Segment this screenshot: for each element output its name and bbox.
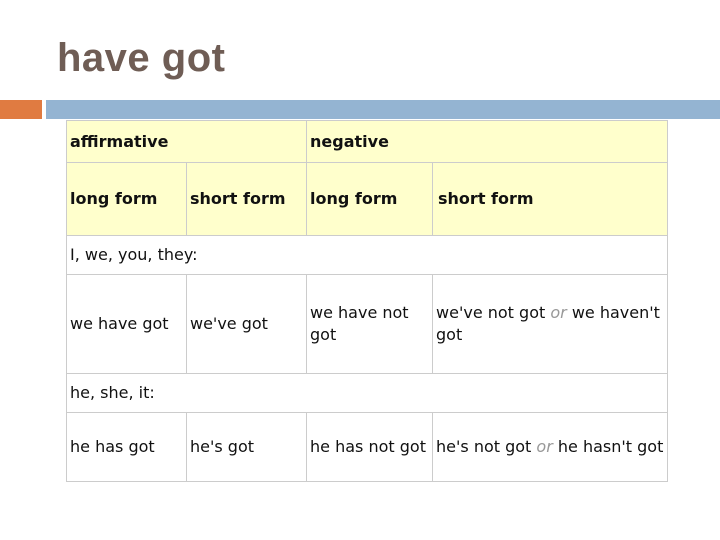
neg-short-option-b: he hasn't got [558, 437, 663, 456]
table-row: we have got we've got we have not got we… [67, 275, 668, 374]
section-label-row: he, she, it: [67, 374, 668, 413]
cell-aff-short: he's got [187, 413, 307, 482]
header-row-groups: affirmative negative [67, 121, 668, 163]
header-neg-short-form: short form [433, 163, 668, 236]
header-negative: negative [307, 121, 668, 163]
cell-neg-long: we have not got [307, 275, 433, 374]
cell-neg-long: he has not got [307, 413, 433, 482]
grammar-table: affirmative negative long form short for… [66, 120, 668, 482]
cell-neg-short: we've not got or we haven't got [433, 275, 668, 374]
accent-bar-blue [46, 100, 720, 119]
neg-short-option-a: we've not got [436, 303, 545, 322]
section-label-row: I, we, you, they: [67, 236, 668, 275]
section-label: he, she, it: [67, 374, 668, 413]
cell-aff-short: we've got [187, 275, 307, 374]
neg-short-option-a: he's not got [436, 437, 531, 456]
table-row: he has got he's got he has not got he's … [67, 413, 668, 482]
cell-aff-long: we have got [67, 275, 187, 374]
header-row-forms: long form short form long form short for… [67, 163, 668, 236]
or-connector: or [536, 437, 552, 456]
section-label: I, we, you, they: [67, 236, 668, 275]
header-affirmative: affirmative [67, 121, 307, 163]
or-connector: or [550, 303, 566, 322]
header-neg-long-form: long form [307, 163, 433, 236]
cell-aff-long: he has got [67, 413, 187, 482]
page-title: have got [57, 34, 225, 82]
header-aff-long-form: long form [67, 163, 187, 236]
accent-bar-orange [0, 100, 42, 119]
header-aff-short-form: short form [187, 163, 307, 236]
cell-neg-short: he's not got or he hasn't got [433, 413, 668, 482]
